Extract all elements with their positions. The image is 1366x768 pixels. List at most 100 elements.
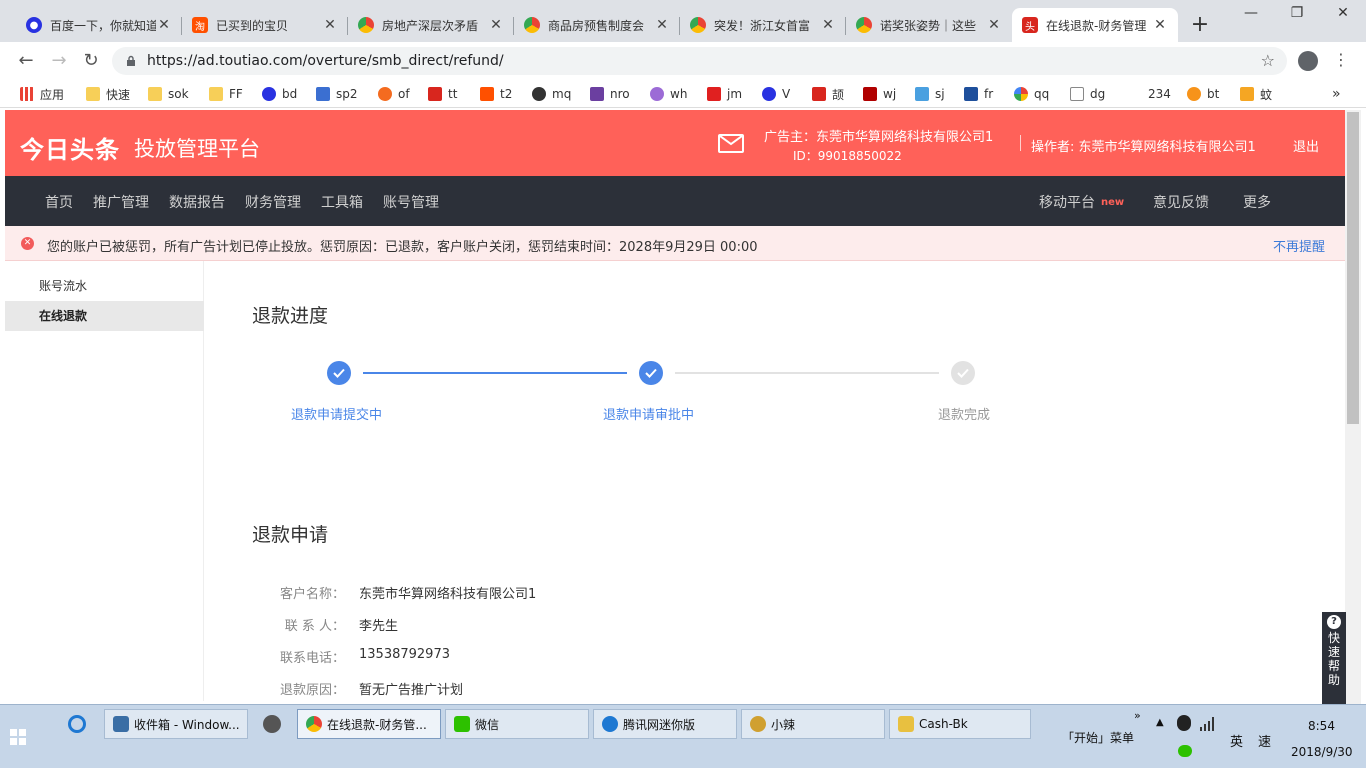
new-tab-button[interactable]: + bbox=[1188, 12, 1212, 37]
page-scrollbar[interactable] bbox=[1345, 110, 1361, 704]
close-icon[interactable]: ✕ bbox=[1152, 17, 1168, 33]
wechat-tray-icon[interactable] bbox=[1178, 745, 1192, 757]
nav-tools[interactable]: 工具箱 bbox=[321, 192, 363, 212]
advertiser-name: 广告主：东莞市华算网络科技有限公司1 bbox=[764, 130, 994, 145]
bookmarks-more-icon[interactable]: » bbox=[1332, 85, 1341, 103]
tab-title: 突发！浙江女首富 bbox=[714, 18, 811, 33]
bookmark-item[interactable]: 234 bbox=[1148, 85, 1171, 103]
taskbar-app-cashbk[interactable]: Cash-Bk bbox=[889, 709, 1031, 739]
reload-icon[interactable]: ↻ bbox=[79, 50, 103, 74]
bookmark-item[interactable]: wj bbox=[863, 85, 896, 103]
taskbar-app-tencent[interactable]: 腾讯网迷你版 bbox=[593, 709, 737, 739]
windows-start-icon[interactable] bbox=[10, 729, 26, 745]
sidebar-item-account-flow[interactable]: 账号流水 bbox=[5, 271, 204, 301]
nav-home[interactable]: 首页 bbox=[45, 192, 73, 212]
bookmark-item[interactable]: sok bbox=[148, 85, 189, 103]
bookmark-icon bbox=[428, 87, 442, 101]
bookmark-item[interactable]: mq bbox=[532, 85, 571, 103]
taskbar-app-outlook[interactable]: 收件箱 - Window... bbox=[104, 709, 248, 739]
window-close-icon[interactable]: ✕ bbox=[1320, 0, 1366, 28]
bookmark-item[interactable]: bd bbox=[262, 85, 297, 103]
bookmark-item[interactable]: sp2 bbox=[316, 85, 358, 103]
mail-icon[interactable] bbox=[718, 134, 744, 153]
browser-tab-2[interactable]: 房地产深层次矛盾 ✕ bbox=[348, 8, 514, 42]
close-icon[interactable]: ✕ bbox=[986, 17, 1002, 33]
bookmark-label: wh bbox=[670, 87, 688, 101]
taskbar-app-chrome[interactable]: 在线退款-财务管... bbox=[297, 709, 441, 739]
taskbar-app-wechat[interactable]: 微信 bbox=[445, 709, 589, 739]
bookmark-item[interactable]: t2 bbox=[480, 85, 512, 103]
chrome-icon bbox=[524, 17, 540, 33]
input-mode-indicator[interactable]: 速 bbox=[1258, 731, 1271, 750]
bookmark-item[interactable]: tt bbox=[428, 85, 457, 103]
bookmark-item[interactable]: sj bbox=[915, 85, 945, 103]
back-arrow-icon[interactable]: ← bbox=[14, 50, 38, 74]
nav-feedback[interactable]: 意见反馈 bbox=[1153, 192, 1209, 212]
nav-finance[interactable]: 财务管理 bbox=[245, 192, 301, 212]
url-bar[interactable]: https://ad.toutiao.com/overture/smb_dire… bbox=[112, 47, 1287, 75]
taskbar-app-xiaola[interactable]: 小辣 bbox=[741, 709, 885, 739]
clock-date[interactable]: 2018/9/30 bbox=[1291, 745, 1353, 759]
toutiao-logo[interactable]: 今日头条 bbox=[20, 130, 120, 165]
quick-help-button[interactable]: ? 快速帮助 bbox=[1322, 612, 1346, 704]
network-signal-icon[interactable] bbox=[1200, 717, 1216, 731]
tray-expand-icon[interactable]: ▲ bbox=[1156, 717, 1164, 728]
profile-avatar-icon[interactable] bbox=[1298, 51, 1318, 71]
bookmark-item[interactable]: 快速 bbox=[86, 85, 130, 103]
ie-icon[interactable] bbox=[68, 715, 86, 733]
start-menu-label[interactable]: 「开始」菜单 bbox=[1062, 729, 1134, 746]
app-icon[interactable] bbox=[263, 715, 281, 733]
chevron-double-icon[interactable]: » bbox=[1134, 709, 1141, 722]
language-indicator[interactable]: 英 bbox=[1230, 731, 1243, 750]
scrollbar-thumb[interactable] bbox=[1347, 112, 1359, 424]
sidebar-item-online-refund[interactable]: 在线退款 bbox=[5, 301, 204, 331]
nav-promotion[interactable]: 推广管理 bbox=[93, 192, 149, 212]
bookmark-item[interactable]: nro bbox=[590, 85, 630, 103]
taskbar-app-label: 腾讯网迷你版 bbox=[623, 717, 696, 732]
maximize-icon[interactable]: ❐ bbox=[1274, 0, 1320, 28]
nav-account[interactable]: 账号管理 bbox=[383, 192, 439, 212]
menu-kebab-icon[interactable]: ⋮ bbox=[1333, 50, 1349, 69]
page-icon bbox=[1070, 87, 1084, 101]
minimize-icon[interactable]: — bbox=[1228, 0, 1274, 28]
bookmark-icon bbox=[1240, 87, 1254, 101]
bookmark-item[interactable]: 颉 bbox=[812, 85, 844, 103]
xiaola-icon bbox=[750, 716, 766, 732]
browser-tab-3[interactable]: 商品房预售制度会 ✕ bbox=[514, 8, 680, 42]
taskbar-app-label: 收件箱 - Window... bbox=[134, 717, 240, 732]
bookmark-item[interactable]: of bbox=[378, 85, 410, 103]
bookmark-item[interactable]: wh bbox=[650, 85, 687, 103]
close-icon[interactable]: ✕ bbox=[654, 17, 670, 33]
clock-time[interactable]: 8:54 bbox=[1308, 719, 1335, 733]
browser-tab-5[interactable]: 诺奖张姿势｜这些 ✕ bbox=[846, 8, 1012, 42]
close-icon[interactable]: ✕ bbox=[820, 17, 836, 33]
bookmark-item[interactable]: fr bbox=[964, 85, 993, 103]
bookmark-item[interactable]: jm bbox=[707, 85, 742, 103]
close-icon[interactable]: ✕ bbox=[488, 17, 504, 33]
bookmark-apps[interactable]: 应用 bbox=[20, 85, 64, 103]
browser-tab-4[interactable]: 突发！浙江女首富 ✕ bbox=[680, 8, 846, 42]
bookmark-item[interactable]: bt bbox=[1187, 85, 1219, 103]
bookmark-label: 颉 bbox=[832, 87, 845, 102]
browser-tab-active[interactable]: 头 在线退款-财务管理 ✕ bbox=[1012, 8, 1178, 42]
bookmark-item[interactable]: FF bbox=[209, 85, 243, 103]
forward-arrow-icon[interactable]: → bbox=[47, 50, 71, 74]
qq-icon[interactable] bbox=[1177, 715, 1191, 731]
bookmark-item[interactable]: dg bbox=[1070, 85, 1105, 103]
close-icon[interactable]: ✕ bbox=[156, 17, 172, 33]
browser-tab-1[interactable]: 淘 已买到的宝贝 ✕ bbox=[182, 8, 348, 42]
address-toolbar: ← → ↻ https://ad.toutiao.com/overture/sm… bbox=[0, 42, 1366, 80]
nav-reports[interactable]: 数据报告 bbox=[169, 192, 225, 212]
browser-tab-0[interactable]: ● 百度一下，你就知道 ✕ bbox=[16, 8, 182, 42]
close-icon[interactable]: ✕ bbox=[322, 17, 338, 33]
nav-mobile-platform[interactable]: 移动平台 new bbox=[1039, 192, 1124, 212]
bookmark-item[interactable]: V bbox=[762, 85, 790, 103]
advertiser-id: ID：99018850022 bbox=[793, 149, 902, 163]
nav-more[interactable]: 更多 bbox=[1243, 192, 1271, 212]
star-icon[interactable]: ☆ bbox=[1261, 51, 1275, 70]
bookmark-item[interactable]: qq bbox=[1014, 85, 1049, 103]
bookmark-item[interactable]: 蚊 bbox=[1240, 85, 1272, 103]
dismiss-alert-link[interactable]: 不再提醒 bbox=[1273, 236, 1325, 255]
logout-link[interactable]: 退出 bbox=[1293, 136, 1319, 155]
step-2-check-icon bbox=[639, 361, 663, 385]
